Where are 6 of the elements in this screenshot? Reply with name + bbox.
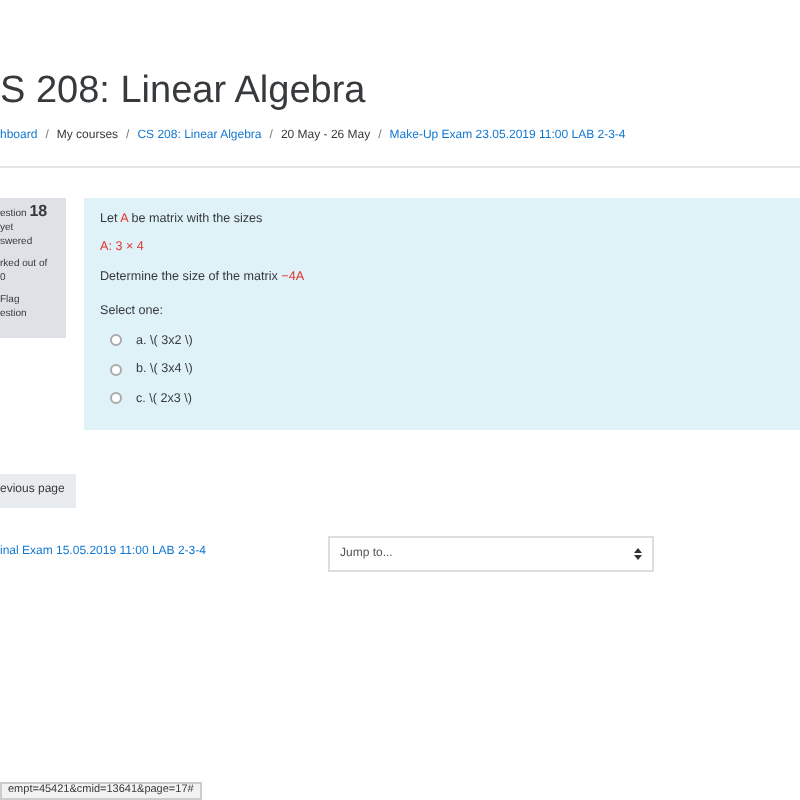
- radio-button[interactable]: [110, 334, 122, 347]
- radio-button[interactable]: [110, 392, 122, 405]
- page-heading: S 208: Linear Algebra: [0, 68, 368, 116]
- question-number: 18: [29, 202, 48, 220]
- radio-button[interactable]: [110, 363, 122, 376]
- updown-caret-icon: [634, 548, 642, 561]
